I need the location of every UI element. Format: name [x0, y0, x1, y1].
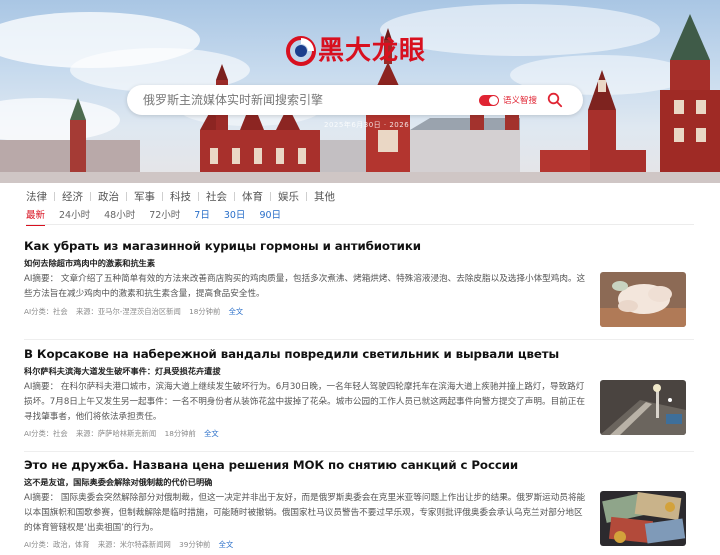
- separator: [90, 192, 91, 201]
- article-time: 18分钟前: [164, 429, 196, 438]
- category-sports[interactable]: 体育: [242, 189, 263, 204]
- category-politics[interactable]: 政治: [98, 189, 119, 204]
- article-thumbnail-raw-chicken[interactable]: [600, 272, 686, 327]
- brand-name: 黑大龙眼: [318, 36, 427, 66]
- search-bar: 语义智搜: [127, 85, 583, 115]
- article-category: AI分类：政治，体育: [24, 540, 90, 549]
- news-item: Как убрать из магазинной курицы гормоны …: [24, 239, 694, 331]
- article-source: 来源：米尔特森新闻网: [97, 540, 171, 549]
- dragon-eye-logo-icon: [286, 36, 316, 66]
- article-category: AI分类：社会: [24, 429, 68, 438]
- separator: [126, 192, 127, 201]
- article-thumbnail-embankment[interactable]: [600, 380, 686, 435]
- article-meta: AI分类：社会 来源：萨萨哈林斯克新闻 18分钟前 全文: [24, 429, 219, 439]
- semantic-search-toggle[interactable]: [479, 94, 499, 106]
- search-icon[interactable]: [547, 92, 563, 108]
- separator: [306, 192, 307, 201]
- semantic-search-label: 语义智搜: [503, 96, 538, 106]
- article-title[interactable]: Это не дружба. Названа цена решения МОК …: [24, 458, 694, 472]
- article-summary: AI摘要： 在科尔萨科夫港口城市，滨海大道上继续发生破坏行为。6月30日晚，一名…: [24, 382, 585, 422]
- separator: [234, 192, 235, 201]
- article-time: 18分钟前: [189, 307, 221, 316]
- article-title[interactable]: Как убрать из магазинной курицы гормоны …: [24, 239, 694, 253]
- search-input[interactable]: [143, 93, 473, 107]
- separator: [162, 192, 163, 201]
- article-time: 39分钟前: [179, 540, 211, 549]
- full-text-link[interactable]: 全文: [229, 307, 244, 316]
- category-tech[interactable]: 科技: [170, 189, 191, 204]
- article-summary: AI摘要： 国际奥委会突然解除部分对俄制裁，但这一决定并非出于友好，而是俄罗斯奥…: [24, 493, 586, 533]
- brand-logo[interactable]: 黑大龙眼: [286, 34, 426, 68]
- article-source: 来源：萨萨哈林斯克新闻: [75, 429, 157, 438]
- nav-divider: [26, 224, 694, 225]
- news-item: В Корсакове на набережной вандалы повред…: [24, 347, 694, 447]
- article-subtitle: 如何去除超市鸡肉中的激素和抗生素: [24, 258, 156, 268]
- article-divider: [24, 451, 694, 452]
- news-item: Это не дружба. Названа цена решения МОК …: [24, 458, 694, 555]
- category-law[interactable]: 法律: [26, 189, 47, 204]
- category-military[interactable]: 军事: [134, 189, 155, 204]
- article-thumbnail-banknotes[interactable]: [600, 491, 686, 546]
- category-society[interactable]: 社会: [206, 189, 227, 204]
- article-meta: AI分类：社会 来源：亚马尔-涅涅茨自治区新闻 18分钟前 全文: [24, 307, 243, 317]
- hero-banner: 黑大龙眼 语义智搜 2025年6月30日 · 2026: [0, 0, 720, 183]
- category-economy[interactable]: 经济: [62, 189, 83, 204]
- full-text-link[interactable]: 全文: [204, 429, 219, 438]
- article-title[interactable]: В Корсакове на набережной вандалы повред…: [24, 347, 694, 361]
- article-subtitle: 科尔萨科夫滨海大道发生破坏事件：灯具受损花卉遭拔: [24, 366, 221, 376]
- article-divider: [24, 339, 694, 340]
- separator: [54, 192, 55, 201]
- hero-date-caption: 2025年6月30日 · 2026: [324, 121, 410, 129]
- full-text-link[interactable]: 全文: [219, 540, 234, 549]
- article-category: AI分类：社会: [24, 307, 68, 316]
- separator: [198, 192, 199, 201]
- category-entertainment[interactable]: 娱乐: [278, 189, 299, 204]
- article-source: 来源：亚马尔-涅涅茨自治区新闻: [75, 307, 181, 316]
- article-summary: AI摘要： 文章介绍了五种简单有效的方法来改善商店购买的鸡肉质量，包括多次煮沸、…: [24, 274, 586, 299]
- separator: [270, 192, 271, 201]
- category-other[interactable]: 其他: [314, 189, 335, 204]
- article-subtitle: 这不是友谊，国际奥委会解除对俄制裁的代价已明确: [24, 477, 213, 487]
- article-meta: AI分类：政治，体育 来源：米尔特森新闻网 39分钟前 全文: [24, 540, 233, 550]
- category-nav: 法律 经济 政治 军事 科技 社会 体育 娱乐 其他: [26, 189, 335, 204]
